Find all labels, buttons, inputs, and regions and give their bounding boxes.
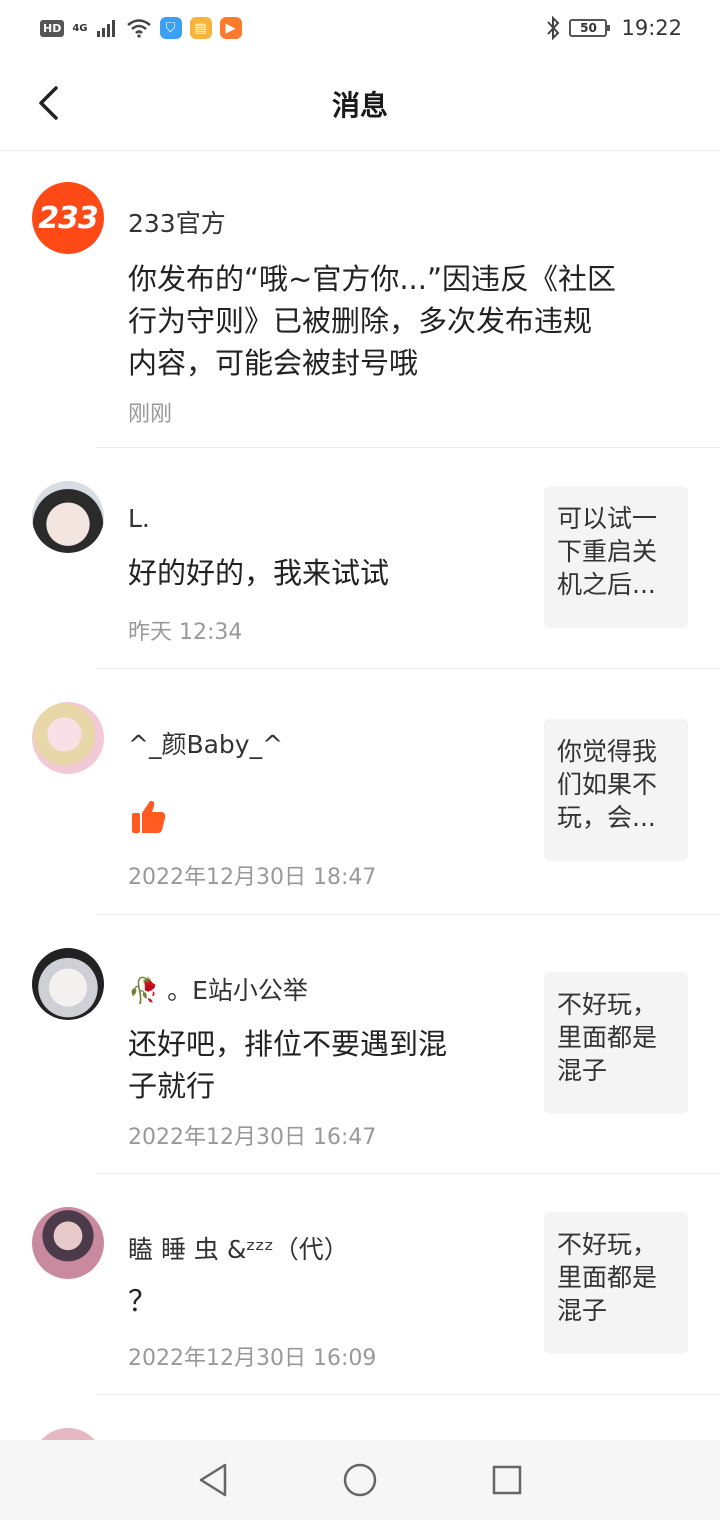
thumbs-up-icon — [132, 800, 166, 833]
sender-name-text: 。E站小公举 — [167, 976, 308, 1005]
quoted-post-preview[interactable]: 不好玩， 里面都是 混子 — [544, 972, 688, 1114]
app-box-icon: ▤ — [189, 17, 212, 39]
sender-name: 🥀 。E站小公举 — [128, 971, 308, 1007]
avatar[interactable] — [32, 948, 104, 1020]
list-item[interactable]: 233 233官方 你发布的“哦~官方你...”因违反《社区 行为守则》已被删除… — [0, 152, 720, 448]
list-item[interactable]: 瞌 睡 虫 &ᶻᶻᶻ（代） ？ 2022年12月30日 16:09 不好玩， 里… — [0, 1174, 720, 1395]
avatar[interactable] — [32, 1207, 104, 1279]
quote-line: 不好玩， — [557, 1230, 658, 1259]
quoted-post-preview[interactable]: 你觉得我 们如果不 玩，会... — [544, 719, 688, 861]
nav-recents-button[interactable] — [477, 1450, 537, 1510]
wifi-icon — [126, 19, 151, 38]
signal-icon — [96, 20, 115, 37]
quoted-post-preview[interactable]: 不好玩， 里面都是 混子 — [544, 1212, 688, 1354]
sender-name: ^_颜Baby_^ — [128, 730, 284, 759]
message-time: 昨天 12:34 — [128, 620, 243, 645]
battery-icon: 50 — [569, 19, 611, 37]
avatar-logo-text: 233 — [38, 200, 99, 236]
message-time: 2022年12月30日 16:47 — [128, 1125, 377, 1150]
bluetooth-icon — [547, 16, 560, 40]
system-navigation-bar — [0, 1440, 720, 1520]
sender-name: 瞌 睡 虫 &ᶻᶻᶻ（代） — [128, 1235, 349, 1264]
message-content: 好的好的，我来试试 — [128, 556, 390, 590]
message-line: 子就行 — [128, 1069, 216, 1103]
status-bar: HD 4G ⛉ ▤ ▶ 50 19:22 — [0, 0, 720, 56]
message-content: ？ — [128, 1284, 158, 1318]
message-time: 2022年12月30日 18:47 — [128, 865, 377, 890]
quote-line: 下重启关 — [557, 537, 658, 566]
status-bar-left: HD 4G ⛉ ▤ ▶ — [40, 17, 242, 39]
quote-line: 玩，会... — [557, 803, 656, 832]
message-list: 233 233官方 你发布的“哦~官方你...”因违反《社区 行为守则》已被删除… — [0, 152, 720, 1500]
like-reaction — [128, 797, 168, 848]
quote-line: 们如果不 — [557, 770, 658, 799]
sender-name: L. — [128, 504, 150, 533]
rose-icon: 🥀 — [128, 976, 160, 1005]
quote-line: 机之后... — [557, 570, 656, 599]
quote-line: 里面都是 — [557, 1263, 658, 1292]
nav-back-button[interactable] — [183, 1450, 243, 1510]
avatar[interactable]: 233 — [32, 182, 104, 254]
message-line: 还好吧，排位不要遇到混 — [128, 1027, 448, 1061]
quote-line: 混子 — [557, 1296, 608, 1325]
quoted-post-preview[interactable]: 可以试一 下重启关 机之后... — [544, 486, 688, 628]
message-line: 行为守则》已被删除，多次发布违规 — [128, 304, 593, 338]
circle-home-icon — [343, 1463, 377, 1497]
message-time: 2022年12月30日 16:09 — [128, 1346, 377, 1371]
quote-line: 可以试一 — [557, 504, 658, 533]
message-time: 刚刚 — [128, 402, 173, 427]
message-content: 还好吧，排位不要遇到混 子就行 — [128, 1023, 447, 1107]
message-line: 你发布的“哦~官方你...”因违反《社区 — [128, 262, 617, 296]
quote-line: 你觉得我 — [557, 737, 658, 766]
list-item[interactable]: 🥀 。E站小公举 还好吧，排位不要遇到混 子就行 2022年12月30日 16:… — [0, 915, 720, 1174]
clock: 19:22 — [621, 16, 682, 40]
square-recents-icon — [492, 1465, 521, 1495]
triangle-back-icon — [200, 1463, 227, 1497]
app-play-icon: ▶ — [219, 17, 242, 39]
sender-name: 233官方 — [128, 209, 226, 238]
avatar[interactable] — [32, 702, 104, 774]
header: 消息 — [0, 56, 720, 151]
list-item[interactable]: ^_颜Baby_^ 2022年12月30日 18:47 你觉得我 们如果不 玩，… — [0, 669, 720, 915]
app-shield-icon: ⛉ — [159, 17, 182, 39]
quote-line: 混子 — [557, 1056, 608, 1085]
quote-line: 里面都是 — [557, 1023, 658, 1052]
hd-indicator: HD — [40, 19, 65, 37]
page-title: 消息 — [331, 89, 388, 122]
quote-line: 不好玩， — [557, 990, 658, 1019]
status-bar-right: 50 19:22 — [545, 16, 682, 40]
list-item[interactable]: L. 好的好的，我来试试 昨天 12:34 可以试一 下重启关 机之后... — [0, 448, 720, 669]
avatar[interactable] — [32, 481, 104, 553]
message-content: 你发布的“哦~官方你...”因违反《社区 行为守则》已被删除，多次发布违规 内容… — [128, 258, 616, 384]
message-line: 内容，可能会被封号哦 — [128, 346, 419, 380]
nav-home-button[interactable] — [330, 1450, 390, 1510]
network-type: 4G — [72, 22, 88, 34]
